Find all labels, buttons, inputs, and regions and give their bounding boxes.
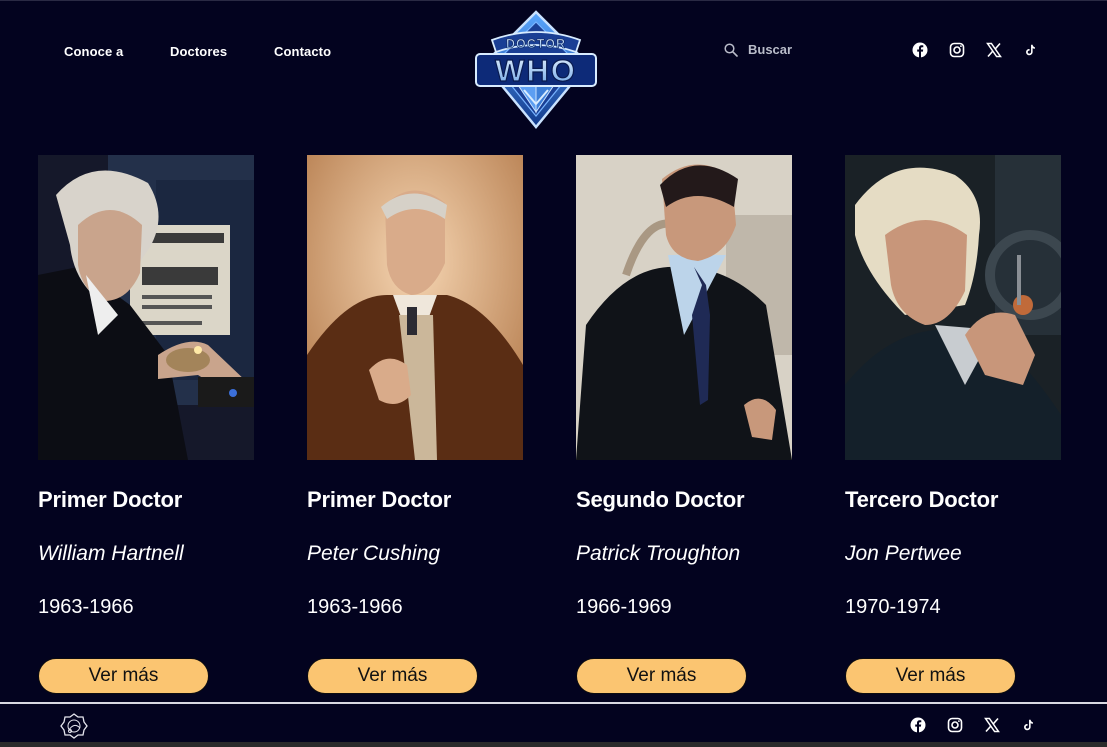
doctor-years: 1970-1974 [845,596,941,618]
doctor-title: Primer Doctor [38,487,183,512]
tardis-seal-icon[interactable] [60,712,88,740]
tiktok-icon[interactable] [1021,718,1035,732]
doctor-who-logo[interactable]: DOCTOR WHO [472,10,600,129]
site-footer [0,702,1107,742]
doctor-photo[interactable] [576,155,792,460]
doctor-years: 1966-1969 [576,596,672,618]
doctor-photo[interactable] [845,155,1061,460]
instagram-icon[interactable] [947,717,963,733]
x-icon[interactable] [984,717,1000,733]
tiktok-icon[interactable] [1023,43,1037,57]
doctor-years: 1963-1966 [307,596,403,618]
doctor-title: Segundo Doctor [576,487,745,512]
doctor-card: Primer Doctor Peter Cushing 1963-1966 Ve… [307,155,523,694]
instagram-icon[interactable] [949,42,965,58]
search-box[interactable]: Buscar [724,42,792,57]
ver-mas-button[interactable]: Ver más [576,658,747,694]
doctor-actor: Jon Pertwee [845,542,962,565]
doctor-card: Primer Doctor William Hartnell 1963-1966… [38,155,254,694]
nav-link-doctores[interactable]: Doctores [170,44,227,59]
ver-mas-button[interactable]: Ver más [38,658,209,694]
doctor-photo[interactable] [307,155,523,460]
x-icon[interactable] [986,42,1002,58]
doctor-title: Primer Doctor [307,487,452,512]
doctor-photo[interactable] [38,155,254,460]
search-label[interactable]: Buscar [748,42,792,57]
doctor-actor: Patrick Troughton [576,542,741,565]
nav-link-contacto[interactable]: Contacto [274,44,331,59]
facebook-icon[interactable] [910,717,926,733]
search-icon [724,42,738,57]
doctor-card: Tercero Doctor Jon Pertwee 1970-1974 Ver… [845,155,1061,694]
doctor-title: Tercero Doctor [845,487,999,512]
footer-social-links [910,717,1035,733]
header-social-links [912,42,1037,58]
window-bottom-strip [0,742,1107,747]
doctor-actor: Peter Cushing [307,542,441,565]
doctor-card: Segundo Doctor Patrick Troughton 1966-19… [576,155,792,694]
ver-mas-button[interactable]: Ver más [845,658,1016,694]
ver-mas-button[interactable]: Ver más [307,658,478,694]
facebook-icon[interactable] [912,42,928,58]
logo-who-text: WHO [495,53,577,88]
doctor-years: 1963-1966 [38,596,134,618]
logo-doctor-text: DOCTOR [506,37,566,51]
nav-link-conoce[interactable]: Conoce a [64,44,123,59]
doctor-actor: William Hartnell [38,542,184,565]
